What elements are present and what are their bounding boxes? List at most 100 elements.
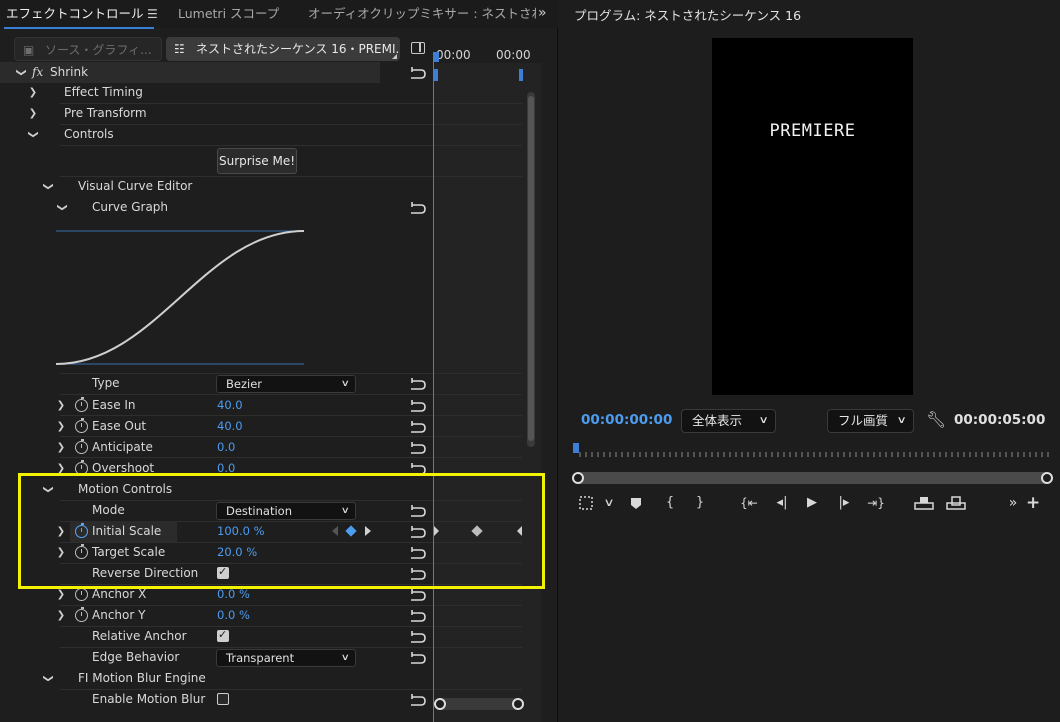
sequence-icon: ☷ — [174, 42, 185, 56]
chevron-down-icon[interactable] — [26, 124, 40, 145]
reset-icon[interactable] — [409, 201, 427, 214]
more-controls-icon[interactable]: » — [1006, 494, 1020, 512]
chevron-right-icon[interactable] — [54, 437, 68, 458]
mark-out-icon[interactable]: } — [694, 494, 706, 512]
ease-out-value[interactable]: 40.0 — [217, 416, 243, 437]
zoom-handle-right[interactable] — [1041, 472, 1053, 484]
reset-icon[interactable] — [409, 609, 427, 622]
playhead-handle[interactable] — [573, 443, 579, 453]
chevron-right-icon[interactable] — [54, 416, 68, 437]
reset-icon[interactable] — [409, 377, 427, 390]
sequence-clip-label: ネストされたシーケンス 16・PREMI... — [196, 42, 400, 56]
edge-behavior-dropdown[interactable]: Transparent ∨ — [216, 649, 356, 667]
anchor-y-value[interactable]: 0.0 % — [217, 605, 250, 626]
enable-motion-blur-checkbox[interactable] — [217, 693, 229, 705]
reset-icon[interactable] — [409, 66, 427, 79]
keyframe-timeline[interactable] — [433, 63, 541, 722]
time-ruler[interactable] — [574, 446, 1049, 460]
dropdown-corner-icon — [392, 54, 397, 59]
group-label: Visual Curve Editor — [78, 179, 193, 193]
play-icon[interactable]: ▶ — [805, 494, 819, 512]
go-to-in-icon[interactable]: {⇤ — [740, 494, 758, 512]
stopwatch-icon[interactable] — [75, 439, 88, 454]
go-to-out-icon[interactable]: ⇥} — [867, 494, 885, 512]
reset-icon[interactable] — [409, 693, 427, 706]
fx-icon[interactable]: fx — [32, 62, 43, 83]
insert-icon[interactable] — [914, 495, 934, 511]
more-tabs-icon[interactable]: » — [538, 5, 547, 21]
add-marker-icon[interactable] — [630, 497, 642, 510]
toggle-timeline-view-icon[interactable] — [411, 42, 425, 54]
chevron-down-icon[interactable] — [14, 62, 28, 83]
prop-label: Edge Behavior — [92, 650, 180, 664]
chevron-right-icon[interactable] — [26, 103, 40, 124]
video-preview[interactable]: PREMIERE — [712, 38, 913, 395]
stopwatch-icon[interactable] — [75, 418, 88, 433]
zoom-level-select[interactable]: 全体表示 ∨ — [681, 409, 776, 433]
chevron-down-icon[interactable] — [41, 668, 55, 689]
group-effect-timing[interactable]: Effect Timing — [0, 82, 433, 103]
group-curve-graph[interactable]: Curve Graph — [0, 197, 433, 218]
zoom-handle-right[interactable] — [512, 698, 524, 710]
mark-in-icon[interactable]: { — [664, 494, 676, 512]
zoom-handle-left[interactable] — [572, 472, 584, 484]
prop-label: Anticipate — [92, 440, 153, 454]
group-controls[interactable]: Controls — [0, 124, 433, 145]
reset-icon[interactable] — [409, 399, 427, 412]
zoom-scrollbar[interactable] — [572, 472, 1053, 484]
chevron-right-icon[interactable] — [26, 82, 40, 103]
prop-label: Ease In — [92, 398, 136, 412]
surprise-me-button[interactable]: Surprise Me! — [217, 148, 297, 174]
duration-timecode: 00:00:05:00 — [954, 412, 1046, 428]
stopwatch-icon[interactable] — [75, 607, 88, 622]
active-tab-underline — [4, 27, 154, 29]
scrollbar-thumb[interactable] — [528, 96, 534, 441]
relative-anchor-checkbox[interactable] — [217, 628, 229, 642]
anticipate-value[interactable]: 0.0 — [217, 437, 235, 458]
reset-icon[interactable] — [409, 630, 427, 643]
reset-icon[interactable] — [409, 441, 427, 454]
timeline-zoom-scrollbar[interactable] — [434, 698, 524, 710]
tab-lumetri-scopes[interactable]: Lumetri スコープ — [178, 0, 279, 28]
current-timecode[interactable]: 00:00:00:00 — [581, 412, 672, 428]
ease-in-value[interactable]: 40.0 — [217, 395, 243, 416]
group-pre-transform[interactable]: Pre Transform — [0, 103, 433, 124]
in-point-marker[interactable] — [434, 69, 438, 81]
tab-audio-clip-mixer[interactable]: オーディオクリップミキサー : ネストされ — [308, 0, 536, 28]
curve-graph[interactable] — [56, 225, 304, 371]
chevron-down-icon[interactable] — [55, 197, 69, 218]
playhead-line[interactable] — [433, 52, 434, 722]
effect-header-shrink[interactable]: fx Shrink — [0, 62, 380, 83]
chevron-down-icon[interactable]: ∨ — [599, 494, 619, 512]
stopwatch-icon[interactable] — [75, 397, 88, 412]
out-point-marker[interactable] — [519, 69, 523, 81]
zoom-handle-left[interactable] — [434, 698, 446, 710]
step-back-icon[interactable]: ◂| — [774, 494, 790, 512]
tab-effect-controls[interactable]: エフェクトコントロール — [6, 0, 144, 28]
chevron-down-icon[interactable] — [41, 176, 55, 197]
stopwatch-icon[interactable] — [75, 586, 88, 601]
step-forward-icon[interactable]: |▸ — [836, 494, 852, 512]
wrench-settings-icon[interactable]: 🔧︎ — [926, 410, 946, 429]
chevron-right-icon[interactable] — [54, 395, 68, 416]
add-button-icon[interactable]: + — [1026, 494, 1040, 512]
playback-quality-select[interactable]: フル画質 ∨ — [827, 409, 914, 433]
program-monitor-title[interactable]: プログラム: ネストされたシーケンス 16 — [574, 5, 801, 24]
chevron-right-icon[interactable] — [54, 605, 68, 626]
group-label: Curve Graph — [92, 200, 169, 214]
group-visual-curve-editor[interactable]: Visual Curve Editor — [0, 176, 433, 197]
reset-icon[interactable] — [409, 420, 427, 433]
type-dropdown[interactable]: Bezier ∨ — [216, 375, 356, 393]
tab-menu-icon[interactable]: ☰ — [147, 7, 158, 21]
sequence-clip-button[interactable]: ☷ ネストされたシーケンス 16・PREMI... — [166, 37, 400, 61]
reset-icon[interactable] — [409, 588, 427, 601]
source-clip-button[interactable]: ▣ ソース・グラフィ... — [14, 37, 162, 61]
playhead-handle[interactable] — [433, 52, 439, 62]
dropdown-value: Bezier — [226, 377, 262, 391]
timeline-start-timecode: 00:00 — [436, 48, 471, 62]
prop-type: Type Bezier ∨ — [0, 373, 433, 394]
reset-icon[interactable] — [409, 651, 427, 664]
group-motion-blur-engine[interactable]: FI Motion Blur Engine — [0, 668, 433, 689]
safe-margins-icon[interactable] — [578, 495, 594, 511]
overwrite-icon[interactable] — [946, 495, 966, 511]
